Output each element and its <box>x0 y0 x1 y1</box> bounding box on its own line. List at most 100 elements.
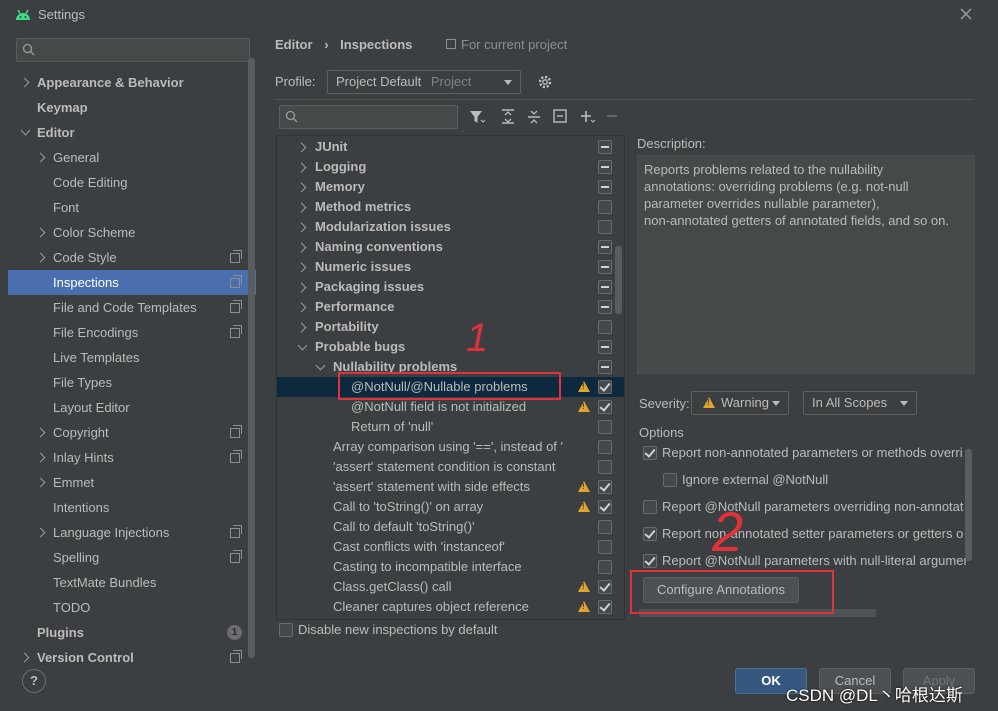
chevron-right-icon[interactable] <box>35 227 46 238</box>
sidebar-item-emmet[interactable]: Emmet <box>8 470 256 495</box>
remove-icon[interactable] <box>606 110 618 124</box>
inspection-enabled-checkbox[interactable] <box>598 460 612 474</box>
sidebar-item-layout-editor[interactable]: Layout Editor <box>8 395 256 420</box>
options-vscrollbar[interactable] <box>965 449 972 561</box>
inspection-enabled-checkbox[interactable] <box>598 320 612 334</box>
chevron-right-icon[interactable] <box>296 242 307 253</box>
chevron-right-icon[interactable] <box>35 427 46 438</box>
tree-row[interactable]: Casting to incompatible interface <box>277 557 624 577</box>
sidebar-item-inspections[interactable]: Inspections <box>8 270 256 295</box>
sidebar-item-appearance-behavior[interactable]: Appearance & Behavior <box>8 70 256 95</box>
chevron-right-icon[interactable] <box>35 152 46 163</box>
inspection-enabled-checkbox[interactable] <box>598 180 612 194</box>
inspection-enabled-checkbox[interactable] <box>598 140 612 154</box>
tree-row[interactable]: Call to 'toString()' on array <box>277 497 624 517</box>
chevron-right-icon[interactable] <box>296 182 307 193</box>
tree-row[interactable]: Array comparison using '==', instead of … <box>277 437 624 457</box>
sidebar-item-general[interactable]: General <box>8 145 256 170</box>
sidebar-search-input[interactable] <box>16 38 250 62</box>
tree-row[interactable]: Modularization issues <box>277 217 624 237</box>
tree-row[interactable]: Numeric issues <box>277 257 624 277</box>
tree-row[interactable]: Probable bugs <box>277 337 624 357</box>
tree-row[interactable]: Class.getClass() call <box>277 577 624 597</box>
help-button[interactable]: ? <box>22 669 46 693</box>
chevron-right-icon[interactable] <box>19 652 30 663</box>
inspection-enabled-checkbox[interactable] <box>598 240 612 254</box>
sidebar-item-copyright[interactable]: Copyright <box>8 420 256 445</box>
add-icon[interactable] <box>580 110 596 124</box>
chevron-right-icon[interactable] <box>296 222 307 233</box>
tree-row[interactable]: JUnit <box>277 137 624 157</box>
sidebar-scrollbar[interactable] <box>248 58 255 658</box>
sidebar-item-intentions[interactable]: Intentions <box>8 495 256 520</box>
tree-row[interactable]: 'assert' statement condition is constant <box>277 457 624 477</box>
inspection-enabled-checkbox[interactable] <box>598 480 612 494</box>
inspection-enabled-checkbox[interactable] <box>598 220 612 234</box>
chevron-right-icon[interactable] <box>35 527 46 538</box>
sidebar-item-file-encodings[interactable]: File Encodings <box>8 320 256 345</box>
tree-row[interactable]: Return of 'null' <box>277 417 624 437</box>
chevron-right-icon[interactable] <box>296 302 307 313</box>
tree-row[interactable]: Call to default 'toString()' <box>277 517 624 537</box>
inspection-enabled-checkbox[interactable] <box>598 360 612 374</box>
reset-icon[interactable] <box>553 109 567 123</box>
inspection-enabled-checkbox[interactable] <box>598 440 612 454</box>
chevron-down-icon[interactable] <box>297 340 308 351</box>
tree-row[interactable]: Cleaner captures object reference <box>277 597 624 617</box>
inspection-enabled-checkbox[interactable] <box>598 380 612 394</box>
inspection-enabled-checkbox[interactable] <box>598 260 612 274</box>
option-checkbox[interactable] <box>643 446 657 460</box>
inspection-enabled-checkbox[interactable] <box>598 600 612 614</box>
chevron-right-icon[interactable] <box>35 252 46 263</box>
sidebar-item-editor[interactable]: Editor <box>8 120 256 145</box>
inspection-enabled-checkbox[interactable] <box>598 500 612 514</box>
inspection-enabled-checkbox[interactable] <box>598 520 612 534</box>
option-checkbox[interactable] <box>643 527 657 541</box>
chevron-right-icon[interactable] <box>35 477 46 488</box>
inspection-search-input[interactable] <box>279 105 458 129</box>
inspection-enabled-checkbox[interactable] <box>598 300 612 314</box>
inspection-enabled-checkbox[interactable] <box>598 560 612 574</box>
tree-scrollbar[interactable] <box>615 246 622 314</box>
inspection-enabled-checkbox[interactable] <box>598 540 612 554</box>
collapse-all-icon[interactable] <box>527 109 541 125</box>
sidebar-item-keymap[interactable]: Keymap <box>8 95 256 120</box>
chevron-down-icon[interactable] <box>315 360 326 371</box>
option-checkbox[interactable] <box>643 500 657 514</box>
tree-row[interactable]: Method metrics <box>277 197 624 217</box>
chevron-right-icon[interactable] <box>296 282 307 293</box>
gear-icon[interactable] <box>537 74 553 90</box>
sidebar-item-code-style[interactable]: Code Style <box>8 245 256 270</box>
scope-dropdown[interactable]: In All Scopes <box>803 391 917 415</box>
sidebar-item-textmate-bundles[interactable]: TextMate Bundles <box>8 570 256 595</box>
sidebar-item-inlay-hints[interactable]: Inlay Hints <box>8 445 256 470</box>
expand-all-icon[interactable] <box>501 109 515 125</box>
severity-dropdown[interactable]: Warning <box>691 391 789 415</box>
chevron-right-icon[interactable] <box>296 142 307 153</box>
close-window-button[interactable] <box>960 8 972 20</box>
tree-row[interactable]: Memory <box>277 177 624 197</box>
inspection-enabled-checkbox[interactable] <box>598 340 612 354</box>
sidebar-item-code-editing[interactable]: Code Editing <box>8 170 256 195</box>
chevron-right-icon[interactable] <box>296 262 307 273</box>
tree-row[interactable]: Naming conventions <box>277 237 624 257</box>
breadcrumb-editor[interactable]: Editor <box>275 37 313 52</box>
inspection-enabled-checkbox[interactable] <box>598 420 612 434</box>
inspection-enabled-checkbox[interactable] <box>598 580 612 594</box>
tree-row[interactable]: Portability <box>277 317 624 337</box>
sidebar-item-file-types[interactable]: File Types <box>8 370 256 395</box>
option-checkbox[interactable] <box>663 473 677 487</box>
sidebar-item-live-templates[interactable]: Live Templates <box>8 345 256 370</box>
inspection-enabled-checkbox[interactable] <box>598 200 612 214</box>
tree-row[interactable]: @NotNull field is not initialized <box>277 397 624 417</box>
chevron-right-icon[interactable] <box>296 322 307 333</box>
tree-row[interactable]: Packaging issues <box>277 277 624 297</box>
sidebar-item-version-control[interactable]: Version Control <box>8 645 256 670</box>
sidebar-item-font[interactable]: Font <box>8 195 256 220</box>
tree-row[interactable]: Logging <box>277 157 624 177</box>
chevron-right-icon[interactable] <box>35 452 46 463</box>
profile-dropdown[interactable]: Project Default Project <box>327 70 521 94</box>
sidebar-item-todo[interactable]: TODO <box>8 595 256 620</box>
tree-row[interactable]: Performance <box>277 297 624 317</box>
inspection-enabled-checkbox[interactable] <box>598 160 612 174</box>
